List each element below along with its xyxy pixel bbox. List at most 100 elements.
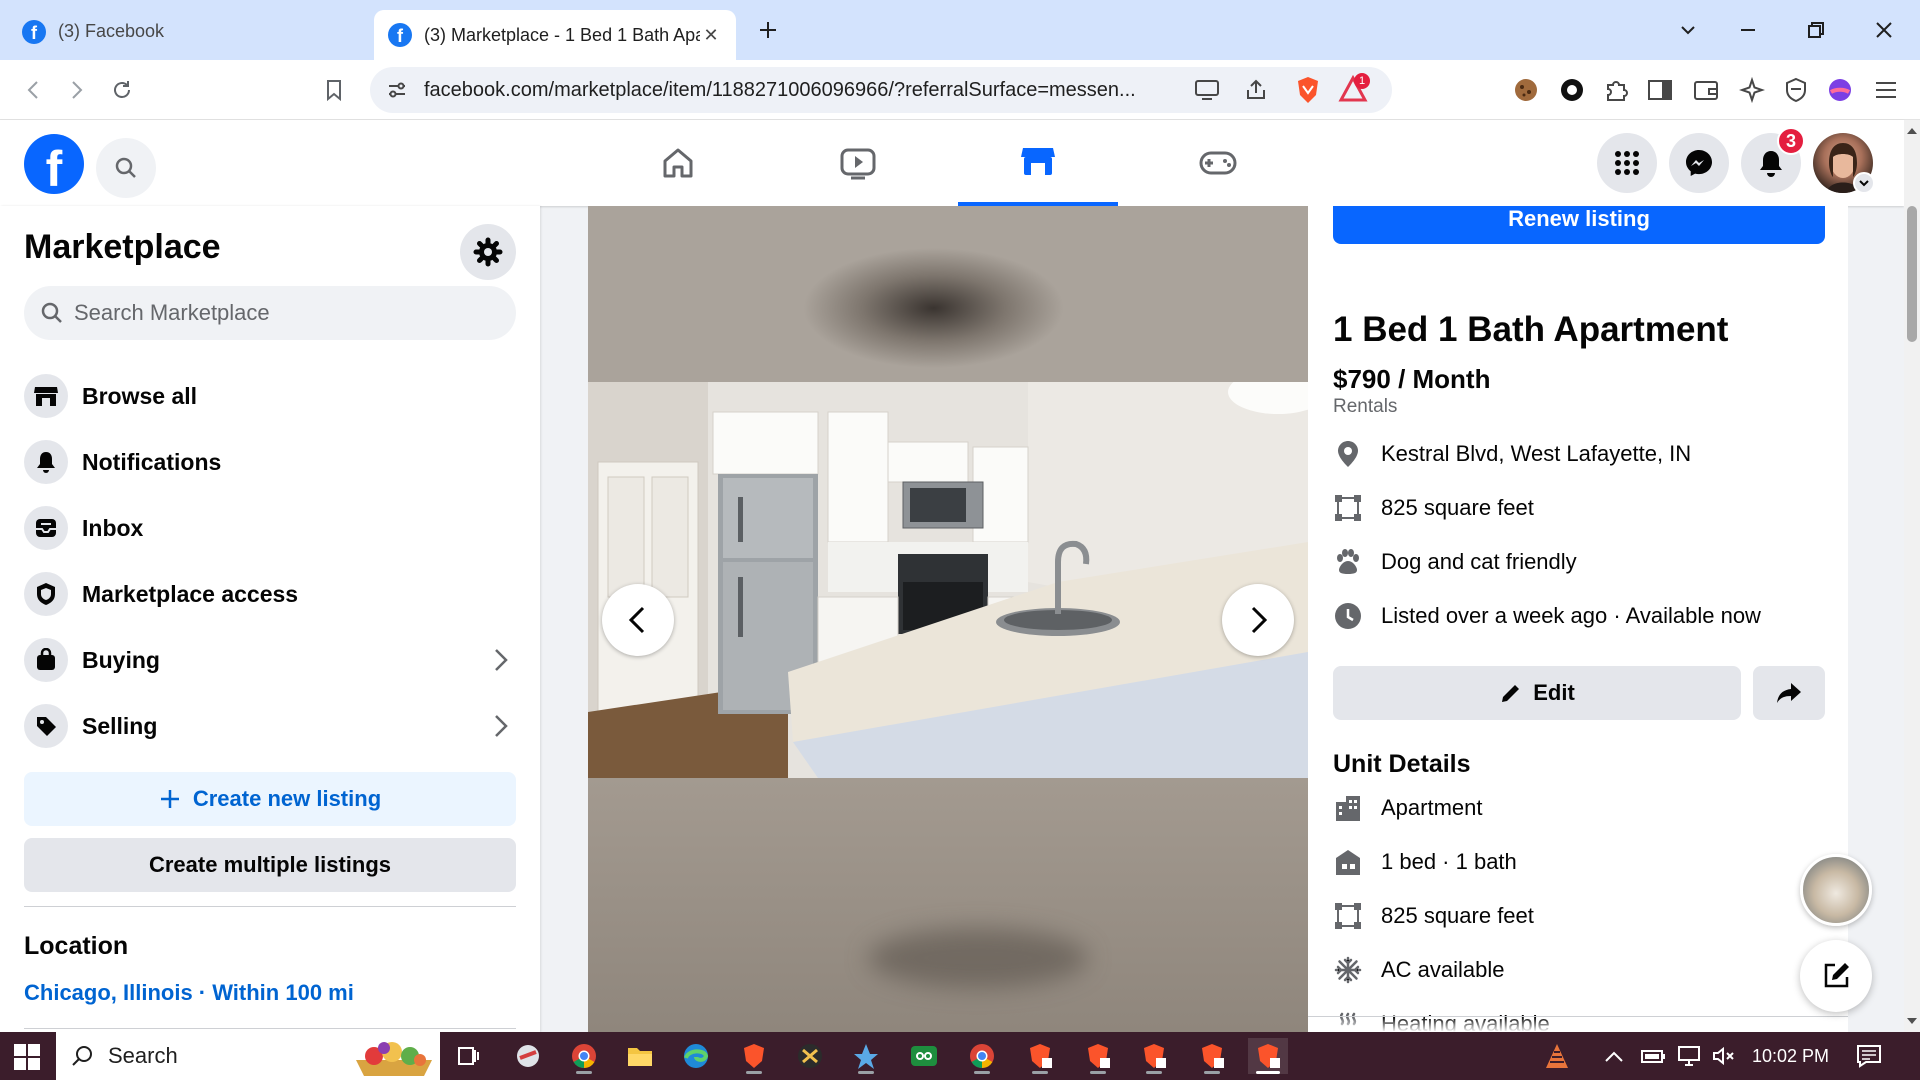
show-hidden-icons-chevron-icon[interactable] xyxy=(1604,1032,1624,1080)
listing-photo[interactable] xyxy=(588,382,1308,778)
scroll-up-arrow-icon[interactable] xyxy=(1907,128,1917,134)
nav-gaming[interactable] xyxy=(1138,120,1298,206)
nav-video[interactable] xyxy=(778,120,938,206)
windows-start-icon[interactable] xyxy=(14,1044,40,1070)
taskbar-brave-icon[interactable] xyxy=(734,1038,774,1074)
nav-marketplace[interactable] xyxy=(958,120,1118,206)
fact-text: 825 square feet xyxy=(1381,495,1534,520)
chat-head-thumbnail[interactable] xyxy=(1800,854,1872,926)
sidebar-item-marketplace-access[interactable]: Marketplace access xyxy=(16,564,524,624)
reload-button[interactable] xyxy=(106,74,138,106)
listing-fact-location[interactable]: Kestral Blvd, West Lafayette, IN xyxy=(1333,434,1833,474)
scroll-down-arrow-icon[interactable] xyxy=(1907,1018,1917,1024)
location-filter-link[interactable]: Chicago, Illinois · Within 100 mi xyxy=(24,980,354,1006)
brave-shields-icon[interactable] xyxy=(1294,75,1322,110)
taskbar-brave-window-icon[interactable] xyxy=(1078,1038,1118,1074)
sidebar-item-selling[interactable]: Selling xyxy=(16,696,524,756)
taskbar-xbox-icon[interactable] xyxy=(790,1038,830,1074)
wallet-icon[interactable] xyxy=(1692,76,1720,104)
profile-extension-icon[interactable] xyxy=(1826,76,1854,104)
taskbar-brave-window-icon[interactable] xyxy=(1134,1038,1174,1074)
taskbar-chrome-icon[interactable] xyxy=(564,1038,604,1074)
sidebar-item-notifications[interactable]: Notifications xyxy=(16,432,524,492)
tab-facebook[interactable]: f (3) Facebook xyxy=(8,10,370,53)
browser-menu-icon[interactable] xyxy=(1872,76,1900,104)
tab-title: (3) Facebook xyxy=(58,21,165,41)
marketplace-settings-button[interactable] xyxy=(460,224,516,280)
share-listing-button[interactable] xyxy=(1753,666,1825,720)
fact-text: Dog and cat friendly xyxy=(1381,549,1577,574)
notification-center-icon[interactable] xyxy=(1856,1032,1882,1080)
record-extension-icon[interactable] xyxy=(1558,76,1586,104)
taskbar-file-explorer-icon[interactable] xyxy=(620,1038,660,1074)
arrow-left-icon xyxy=(27,81,38,99)
marketplace-search-field[interactable] xyxy=(24,286,516,340)
new-message-button[interactable] xyxy=(1800,940,1872,1012)
previous-photo-button[interactable] xyxy=(602,584,674,656)
taskbar-brave-window-active-icon[interactable] xyxy=(1248,1038,1288,1074)
address-bar[interactable]: facebook.com/marketplace/item/1188271006… xyxy=(370,67,1392,113)
taskbar-chrome-icon[interactable] xyxy=(962,1038,1002,1074)
close-window-button[interactable] xyxy=(1864,12,1904,48)
sidebar-item-label: Marketplace access xyxy=(82,580,299,607)
volume-muted-icon[interactable] xyxy=(1712,1032,1736,1080)
bookmark-button[interactable] xyxy=(318,74,350,106)
tab-search-button[interactable] xyxy=(1668,12,1708,48)
taskbar-app-icon[interactable] xyxy=(846,1038,886,1074)
minimize-button[interactable] xyxy=(1728,12,1768,48)
create-multiple-listings-button[interactable]: Create multiple listings xyxy=(24,838,516,892)
taskbar-app-game-icon[interactable] xyxy=(508,1038,548,1074)
tab-marketplace[interactable]: f (3) Marketplace - 1 Bed 1 Bath Apartme… xyxy=(374,10,736,60)
edit-listing-button[interactable]: Edit xyxy=(1333,666,1741,720)
sidebar-toggle-icon[interactable] xyxy=(1646,76,1674,104)
facebook-logo-icon[interactable]: f xyxy=(24,134,84,194)
running-indicator xyxy=(1032,1071,1048,1074)
unit-detail-text: Apartment xyxy=(1381,795,1483,820)
next-photo-button[interactable] xyxy=(1222,584,1294,656)
url-text[interactable]: facebook.com/marketplace/item/1188271006… xyxy=(424,79,1184,102)
vpn-shield-icon[interactable] xyxy=(1782,76,1810,104)
share-page-icon[interactable] xyxy=(1244,78,1268,107)
taskbar-search-label: Search xyxy=(108,1043,178,1068)
new-tab-button[interactable] xyxy=(748,12,788,48)
listing-fact-size: 825 square feet xyxy=(1333,488,1833,528)
sidebar-item-buying[interactable]: Buying xyxy=(16,630,524,690)
messenger-button[interactable] xyxy=(1669,133,1729,193)
site-settings-icon[interactable] xyxy=(386,79,408,101)
taskbar-brave-window-icon[interactable] xyxy=(1020,1038,1060,1074)
page-scrollbar[interactable] xyxy=(1904,120,1920,1032)
taskbar-green-app-icon[interactable] xyxy=(904,1038,944,1074)
search-marketplace-input[interactable] xyxy=(74,300,494,326)
renew-listing-button[interactable]: Renew listing xyxy=(1333,206,1825,244)
forward-button[interactable] xyxy=(60,74,92,106)
running-indicator xyxy=(858,1071,874,1074)
sidebar-item-label: Inbox xyxy=(82,514,144,541)
sidebar-item-browse-all[interactable]: Browse all xyxy=(16,366,524,426)
restore-button[interactable] xyxy=(1796,12,1836,48)
tray-app-icon[interactable] xyxy=(1542,1032,1572,1080)
extensions-puzzle-icon[interactable] xyxy=(1602,76,1630,104)
sidebar-item-inbox[interactable]: Inbox xyxy=(16,498,524,558)
leo-ai-icon[interactable] xyxy=(1738,76,1766,104)
brave-rewards-icon[interactable]: 1 xyxy=(1338,73,1370,108)
nav-home[interactable] xyxy=(598,120,758,206)
listing-photo-viewer xyxy=(588,206,1308,1032)
battery-icon[interactable] xyxy=(1640,1032,1666,1080)
taskbar-brave-window-icon[interactable] xyxy=(1192,1038,1232,1074)
taskbar-edge-icon[interactable] xyxy=(676,1038,716,1074)
create-new-listing-button[interactable]: Create new listing xyxy=(24,772,516,826)
network-icon[interactable] xyxy=(1676,1032,1702,1080)
taskbar-clock[interactable]: 10:02 PM xyxy=(1752,1032,1829,1080)
account-menu-chevron-icon[interactable] xyxy=(1853,172,1875,194)
menu-button[interactable] xyxy=(1597,133,1657,193)
clock-icon xyxy=(1333,601,1363,631)
close-tab-icon[interactable]: ✕ xyxy=(700,25,722,46)
back-button[interactable] xyxy=(18,74,50,106)
install-app-icon[interactable] xyxy=(1194,78,1220,107)
running-indicator xyxy=(974,1071,990,1074)
task-view-icon[interactable] xyxy=(448,1038,488,1074)
facebook-search-button[interactable] xyxy=(96,138,156,198)
cookie-extension-icon[interactable] xyxy=(1512,76,1540,104)
notifications-button[interactable]: 3 xyxy=(1741,127,1805,193)
scrollbar-thumb[interactable] xyxy=(1907,206,1917,342)
